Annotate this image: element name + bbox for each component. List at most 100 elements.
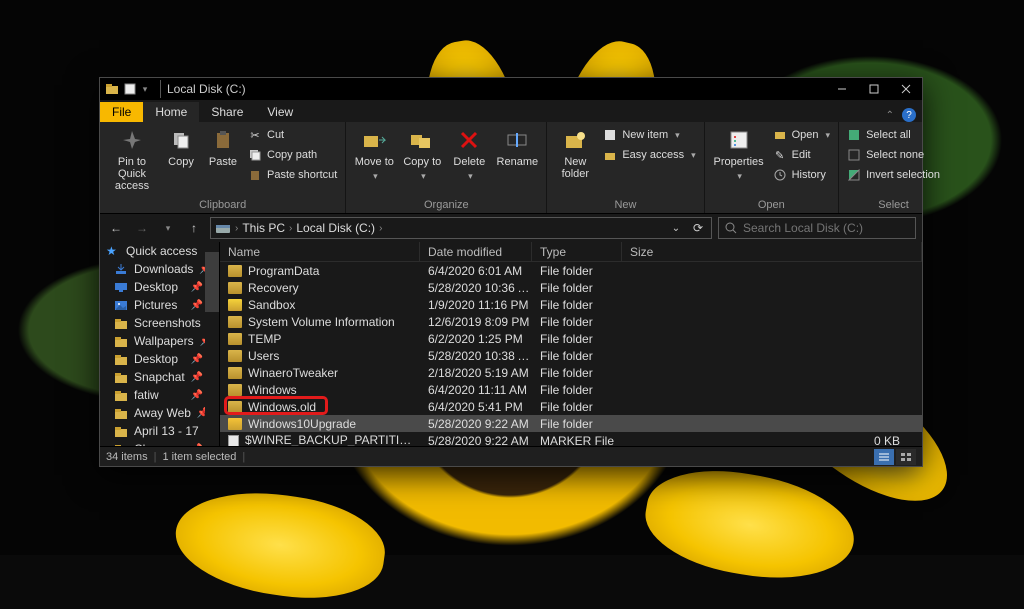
nav-scrollbar-thumb[interactable]: [205, 252, 219, 312]
refresh-button[interactable]: ⟳: [689, 221, 707, 235]
edit-button[interactable]: ✎Edit: [773, 146, 830, 164]
paste-button[interactable]: Paste: [206, 126, 240, 168]
ribbon: Pin to Quick access Copy Paste ✂Cut Copy…: [100, 122, 922, 214]
chevron-right-icon[interactable]: ›: [235, 223, 238, 234]
tab-view[interactable]: View: [255, 102, 305, 122]
file-type: File folder: [532, 400, 622, 414]
maximize-button[interactable]: [858, 78, 890, 100]
select-none-icon: [847, 148, 861, 162]
paste-shortcut-button[interactable]: Paste shortcut: [248, 166, 337, 184]
minimize-button[interactable]: [826, 78, 858, 100]
search-input[interactable]: [743, 221, 909, 235]
move-to-button[interactable]: Move to▾: [354, 126, 394, 182]
copy-to-button[interactable]: Copy to▾: [402, 126, 442, 182]
address-dropdown-button[interactable]: ⌄: [667, 223, 685, 234]
invert-selection-button[interactable]: Invert selection: [847, 166, 940, 184]
nav-item[interactable]: Away Web📌: [100, 404, 219, 422]
nav-item[interactable]: Change📌: [100, 440, 219, 446]
titlebar[interactable]: ▾ Local Disk (C:): [100, 78, 922, 100]
select-none-button[interactable]: Select none: [847, 146, 940, 164]
nav-item[interactable]: Pictures📌: [100, 296, 219, 314]
tab-share[interactable]: Share: [199, 102, 255, 122]
collapse-ribbon-icon[interactable]: ⌃: [886, 110, 894, 121]
file-row[interactable]: $WINRE_BACKUP_PARTITION.MARKER5/28/2020 …: [220, 432, 922, 446]
copy-button[interactable]: Copy: [164, 126, 198, 168]
copy-path-button[interactable]: Copy path: [248, 146, 337, 164]
nav-item-label: Desktop: [134, 352, 178, 366]
file-row[interactable]: System Volume Information12/6/2019 8:09 …: [220, 313, 922, 330]
file-row[interactable]: Windows.old6/4/2020 5:41 PMFile folder: [220, 398, 922, 415]
history-button[interactable]: History: [773, 166, 830, 184]
file-row[interactable]: TEMP6/2/2020 1:25 PMFile folder: [220, 330, 922, 347]
easy-access-button[interactable]: Easy access▾: [603, 146, 695, 164]
file-row[interactable]: Windows10Upgrade5/28/2020 9:22 AMFile fo…: [220, 415, 922, 432]
folder-icon: [228, 384, 242, 396]
pin-to-quick-access-button[interactable]: Pin to Quick access: [108, 126, 156, 192]
breadcrumb-this-pc[interactable]: This PC: [242, 221, 285, 235]
star-icon: ★: [106, 244, 120, 258]
folder-icon: [114, 334, 128, 348]
cut-button[interactable]: ✂Cut: [248, 126, 337, 144]
file-name: Windows.old: [248, 400, 316, 414]
nav-item[interactable]: April 13 - 17📌: [100, 422, 219, 440]
file-row[interactable]: Sandbox1/9/2020 11:16 PMFile folder: [220, 296, 922, 313]
chevron-right-icon[interactable]: ›: [289, 223, 292, 234]
column-headers[interactable]: Name Date modified Type Size: [220, 242, 922, 262]
breadcrumb-location[interactable]: Local Disk (C:): [296, 221, 375, 235]
file-row[interactable]: WinaeroTweaker2/18/2020 5:19 AMFile fold…: [220, 364, 922, 381]
nav-item[interactable]: Wallpapers📌: [100, 332, 219, 350]
address-row: ← → ▾ ↑ › This PC › Local Disk (C:) › ⌄ …: [100, 214, 922, 242]
folder-icon: [228, 401, 242, 413]
chevron-right-icon[interactable]: ›: [379, 223, 382, 234]
file-row[interactable]: Windows6/4/2020 11:11 AMFile folder: [220, 381, 922, 398]
search-box[interactable]: [718, 217, 916, 239]
nav-pane[interactable]: ★ Quick access Downloads📌Desktop📌Picture…: [100, 242, 220, 446]
status-selection-count: 1 item selected: [162, 451, 236, 463]
select-all-button[interactable]: Select all: [847, 126, 940, 144]
file-row[interactable]: Recovery5/28/2020 10:36 AMFile folder: [220, 279, 922, 296]
view-details-button[interactable]: [874, 449, 894, 465]
folder-icon: [114, 424, 128, 438]
nav-item[interactable]: fatiw📌: [100, 386, 219, 404]
col-name[interactable]: Name: [220, 242, 420, 261]
group-new: New folder New item▾ Easy access▾ New: [547, 122, 704, 213]
delete-button[interactable]: Delete▾: [450, 126, 488, 182]
nav-item[interactable]: Snapchat📌: [100, 368, 219, 386]
nav-item[interactable]: Desktop📌: [100, 278, 219, 296]
view-thumbnails-button[interactable]: [896, 449, 916, 465]
tab-home[interactable]: Home: [143, 102, 199, 122]
nav-item[interactable]: Downloads📌: [100, 260, 219, 278]
nav-forward-button[interactable]: →: [132, 218, 152, 238]
close-button[interactable]: [890, 78, 922, 100]
help-icon[interactable]: ?: [902, 108, 916, 122]
new-folder-button[interactable]: New folder: [555, 126, 595, 180]
file-date: 6/4/2020 6:01 AM: [420, 264, 532, 278]
move-to-icon: [360, 126, 388, 154]
col-type[interactable]: Type: [532, 242, 622, 261]
rename-button[interactable]: Rename: [496, 126, 538, 168]
properties-button[interactable]: Properties▾: [713, 126, 765, 182]
file-name: TEMP: [248, 332, 281, 346]
open-button[interactable]: Open▾: [773, 126, 830, 144]
status-bar: 34 items | 1 item selected |: [100, 446, 922, 466]
col-date[interactable]: Date modified: [420, 242, 532, 261]
nav-recent-button[interactable]: ▾: [158, 218, 178, 238]
nav-quick-access[interactable]: ★ Quick access: [100, 242, 219, 260]
status-item-count: 34 items: [106, 451, 148, 463]
file-row[interactable]: Users5/28/2020 10:38 AMFile folder: [220, 347, 922, 364]
folder-icon: [228, 418, 242, 430]
nav-item[interactable]: Screenshots📌: [100, 314, 219, 332]
file-type: File folder: [532, 366, 622, 380]
file-row[interactable]: ProgramData6/4/2020 6:01 AMFile folder: [220, 262, 922, 279]
qat-dropdown-icon[interactable]: ▾: [140, 81, 150, 97]
nav-up-button[interactable]: ↑: [184, 218, 204, 238]
pin-icon: 📌: [191, 372, 203, 383]
col-size[interactable]: Size: [622, 242, 922, 261]
properties-quick-icon[interactable]: [122, 81, 138, 97]
address-bar[interactable]: › This PC › Local Disk (C:) › ⌄ ⟳: [210, 217, 712, 239]
nav-back-button[interactable]: ←: [106, 218, 126, 238]
nav-item-label: Desktop: [134, 280, 178, 294]
nav-item[interactable]: Desktop📌: [100, 350, 219, 368]
tab-file[interactable]: File: [100, 102, 143, 122]
new-item-button[interactable]: New item▾: [603, 126, 695, 144]
